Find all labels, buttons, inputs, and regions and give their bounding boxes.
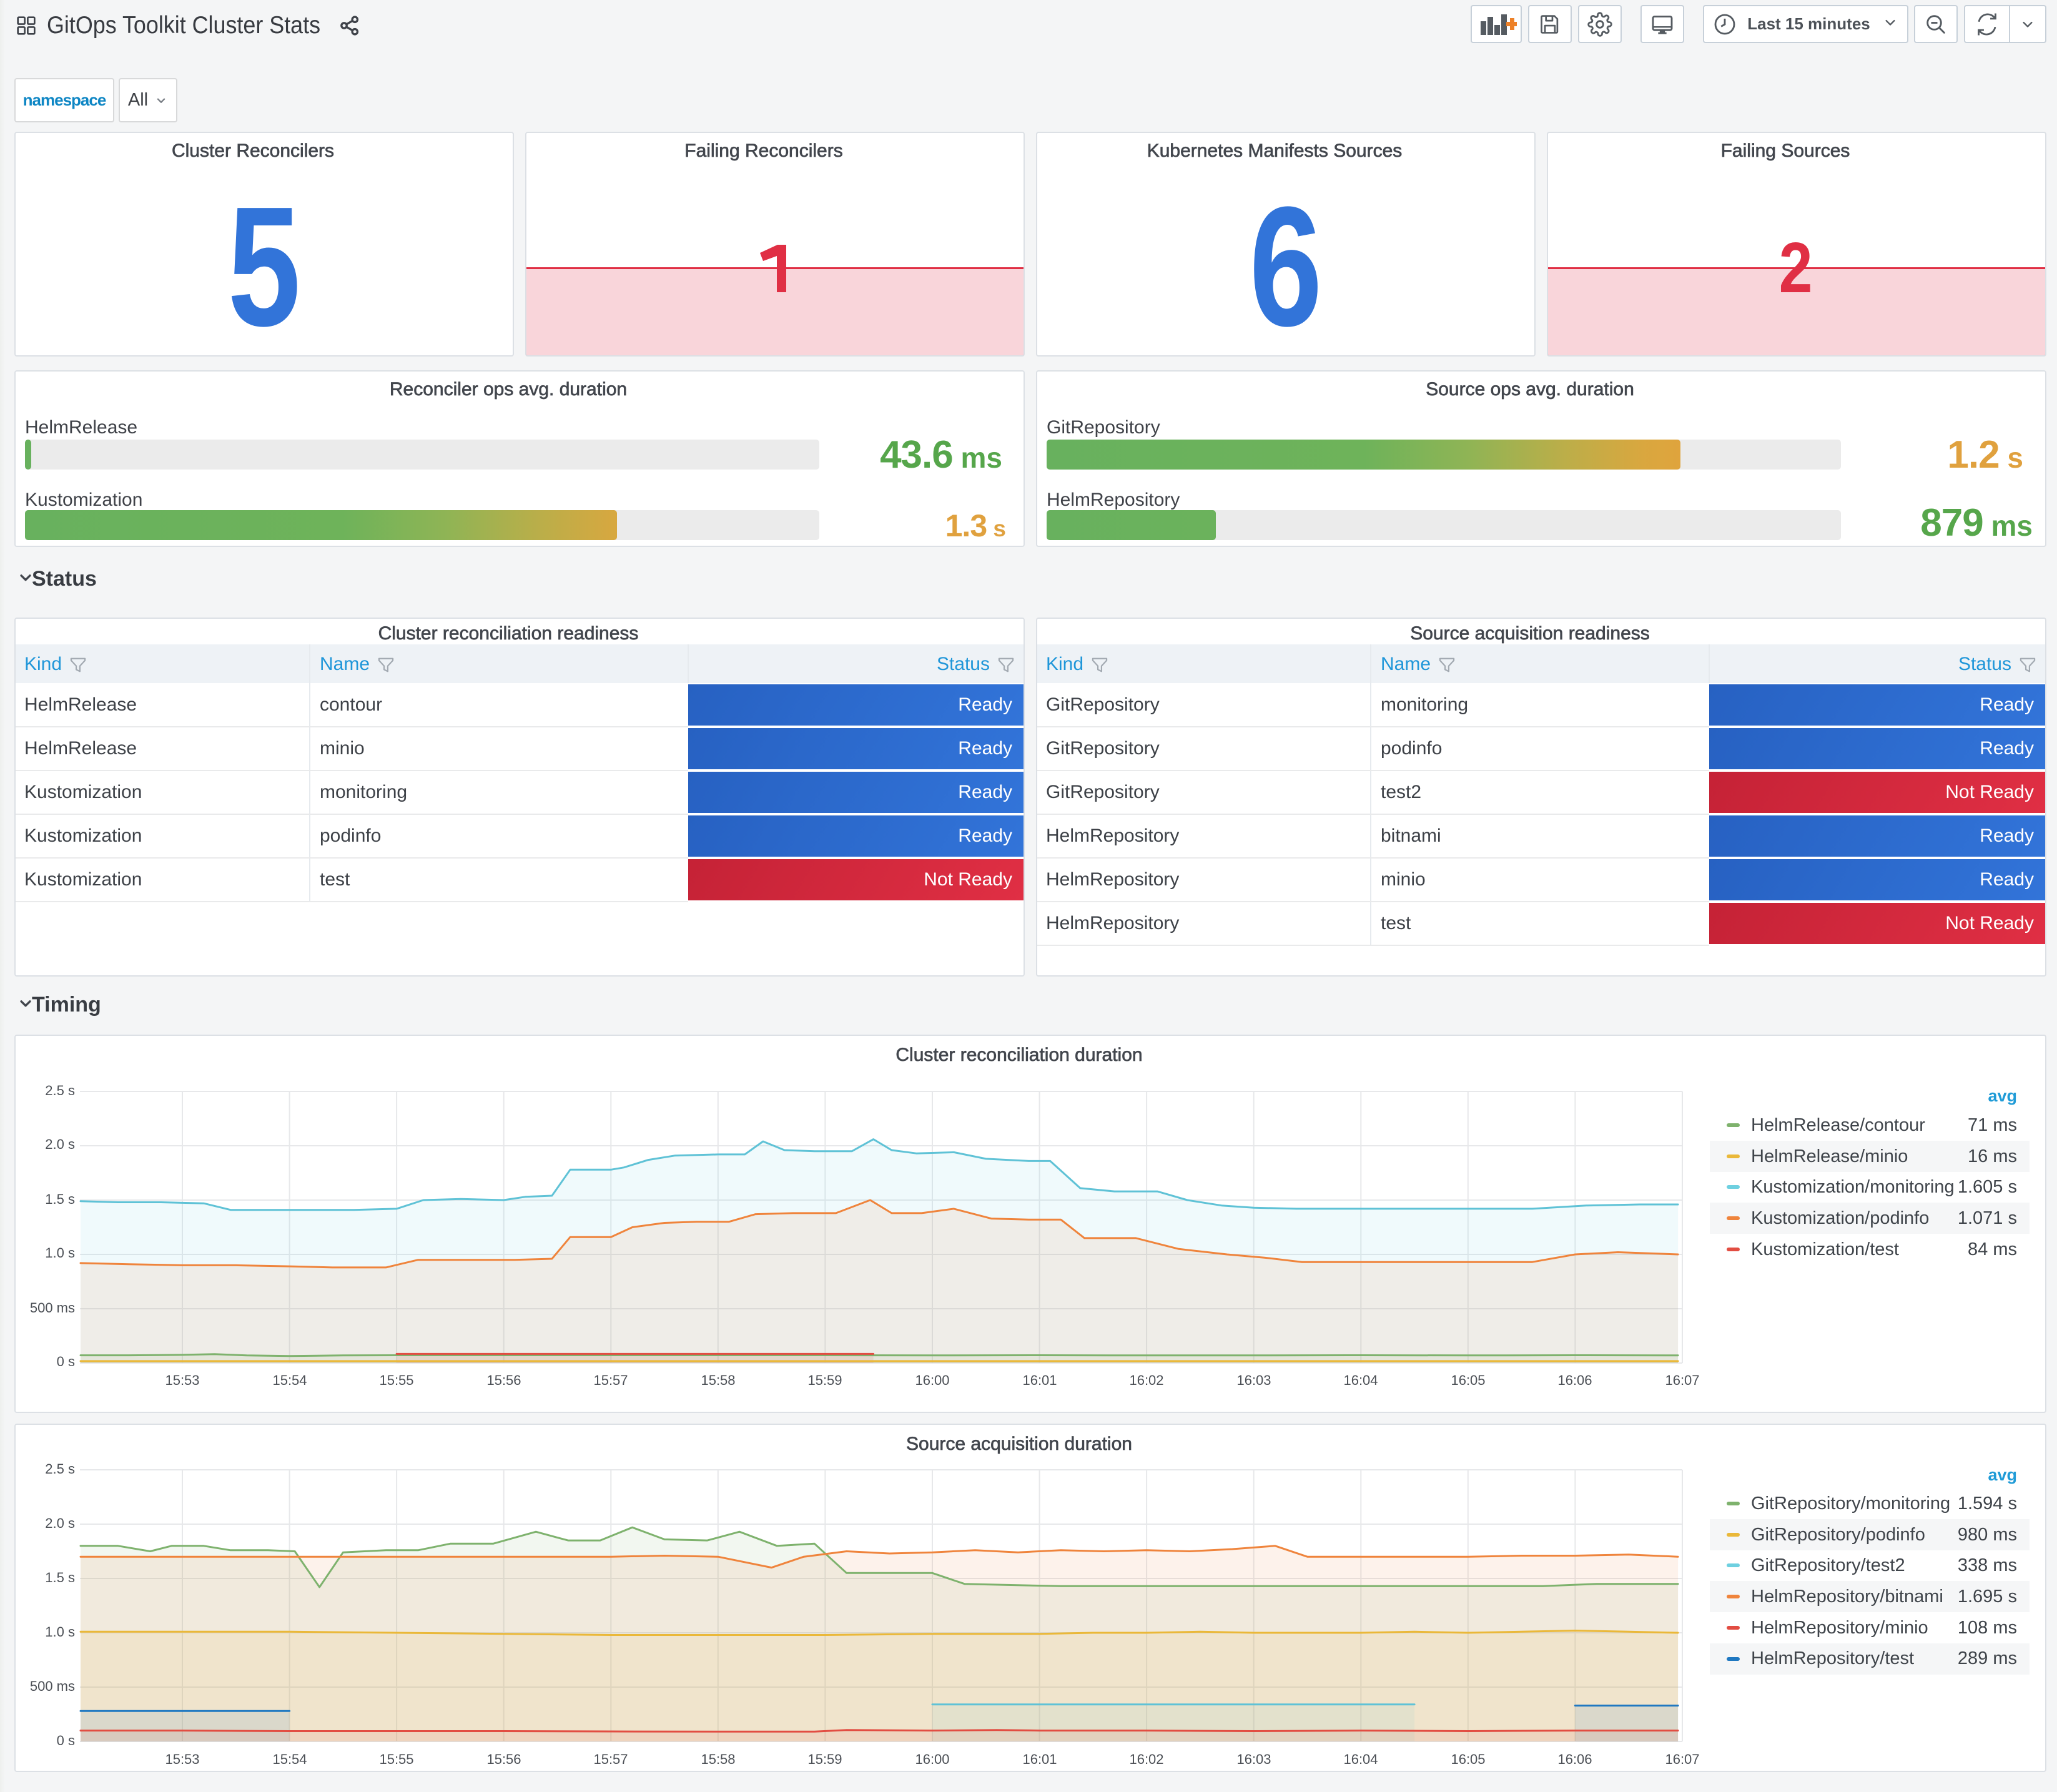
svg-text:5: 5 bbox=[228, 170, 301, 355]
svg-text:6: 6 bbox=[1250, 170, 1323, 355]
svg-text:2: 2 bbox=[1779, 229, 1813, 308]
